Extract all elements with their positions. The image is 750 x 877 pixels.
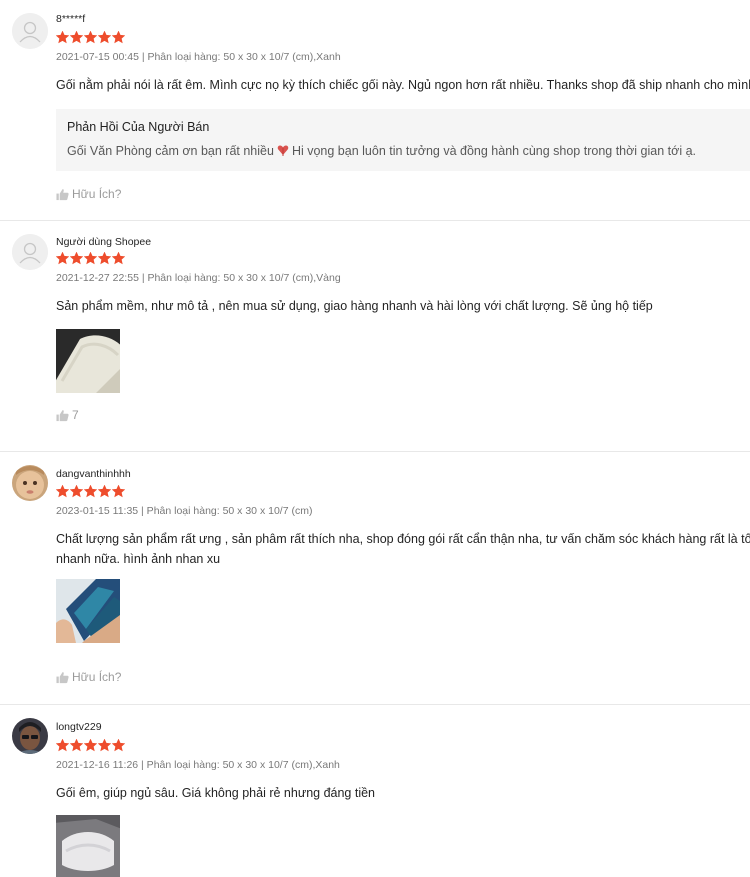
thumbs-up-icon	[56, 671, 69, 683]
seller-reply-title: Phản Hồi Của Người Bán	[67, 120, 210, 134]
phone-photo	[56, 579, 120, 643]
star-icon	[112, 252, 125, 265]
star-icon	[98, 252, 111, 265]
rating-stars	[56, 485, 125, 498]
review-meta: 2021-12-27 22:55 | Phân loại hàng: 50 x …	[56, 272, 341, 284]
username[interactable]: Người dùng Shopee	[56, 236, 151, 248]
avatar[interactable]	[12, 465, 48, 501]
heart-icon	[277, 145, 289, 156]
review-meta: 2023-01-15 11:35 | Phân loại hàng: 50 x …	[56, 505, 313, 517]
thumbs-up-icon	[56, 409, 69, 421]
seller-reply-text-after: Hi vọng bạn luôn tin tưởng và đồng hành …	[291, 144, 697, 158]
review-photo[interactable]	[56, 579, 120, 643]
review-item: Người dùng Shopee 2021-12-27 22:55 | Phâ…	[0, 221, 750, 452]
star-icon	[56, 485, 69, 498]
star-icon	[84, 31, 97, 44]
helpful-label: Hữu Ích?	[72, 187, 122, 201]
star-icon	[112, 31, 125, 44]
star-icon	[84, 485, 97, 498]
star-icon	[56, 739, 69, 752]
avatar[interactable]	[12, 718, 48, 754]
star-icon	[98, 485, 111, 498]
rating-stars	[56, 252, 125, 265]
username[interactable]: longtv229	[56, 721, 102, 733]
pillow-photo	[56, 815, 120, 877]
user-icon	[12, 234, 48, 270]
review-item: dangvanthinhhh 2023-01-15 11:35 | Phân l…	[0, 452, 750, 705]
helpful-button[interactable]: Hữu Ích?	[56, 187, 121, 201]
review-content: Gối êm, giúp ngủ sâu. Giá không phải rẻ …	[56, 786, 376, 800]
helpful-count: 7	[72, 408, 79, 422]
star-icon	[70, 252, 83, 265]
review-content: Sản phẩm mềm, như mô tả , nên mua sử dụn…	[56, 299, 653, 313]
review-item: 8*****f 2021-07-15 00:45 | Phân loại hàn…	[0, 0, 750, 221]
rating-stars	[56, 739, 125, 752]
helpful-button[interactable]: Hữu Ích?	[56, 670, 121, 684]
review-content: Gối nằm phải nói là rất êm. Mình cực nọ …	[56, 78, 750, 92]
star-icon	[112, 739, 125, 752]
star-icon	[98, 31, 111, 44]
star-icon	[112, 485, 125, 498]
review-photo[interactable]	[56, 329, 120, 393]
star-icon	[84, 739, 97, 752]
star-icon	[70, 485, 83, 498]
helpful-button[interactable]: 7	[56, 408, 79, 422]
review-meta: 2021-07-15 00:45 | Phân loại hàng: 50 x …	[56, 51, 341, 63]
star-icon	[84, 252, 97, 265]
review-photo[interactable]	[56, 815, 120, 877]
username[interactable]: dangvanthinhhh	[56, 468, 131, 480]
seller-reply-text: Gối Văn Phòng cảm ơn bạn rất nhiều Hi vọn…	[67, 144, 696, 158]
rating-stars	[56, 31, 125, 44]
star-icon	[98, 739, 111, 752]
avatar-default[interactable]	[12, 234, 48, 270]
username[interactable]: 8*****f	[56, 13, 85, 25]
review-meta: 2021-12-16 11:26 | Phân loại hàng: 50 x …	[56, 759, 340, 771]
star-icon	[56, 252, 69, 265]
seller-reply: Phản Hồi Của Người Bán Gối Văn Phòng cảm…	[56, 109, 750, 171]
review-content-line: Chất lượng sản phẩm rất ưng , sản phâm r…	[56, 532, 750, 546]
review-content: Chất lượng sản phẩm rất ưng , sản phâm r…	[56, 529, 750, 569]
thumbs-up-icon	[56, 188, 69, 200]
review-content-line: nhanh nữa. hình ảnh nhan xu	[56, 552, 221, 566]
star-icon	[70, 31, 83, 44]
review-item: longtv229 2021-12-16 11:26 | Phân loại h…	[0, 705, 750, 877]
pillow-photo	[56, 329, 120, 393]
star-icon	[56, 31, 69, 44]
helpful-label: Hữu Ích?	[72, 670, 122, 684]
avatar-default[interactable]	[12, 13, 48, 49]
star-icon	[70, 739, 83, 752]
baby-face-avatar	[12, 465, 48, 501]
person-avatar	[12, 718, 48, 754]
seller-reply-text-before: Gối Văn Phòng cảm ơn bạn rất nhiều	[67, 144, 274, 158]
user-icon	[12, 13, 48, 49]
